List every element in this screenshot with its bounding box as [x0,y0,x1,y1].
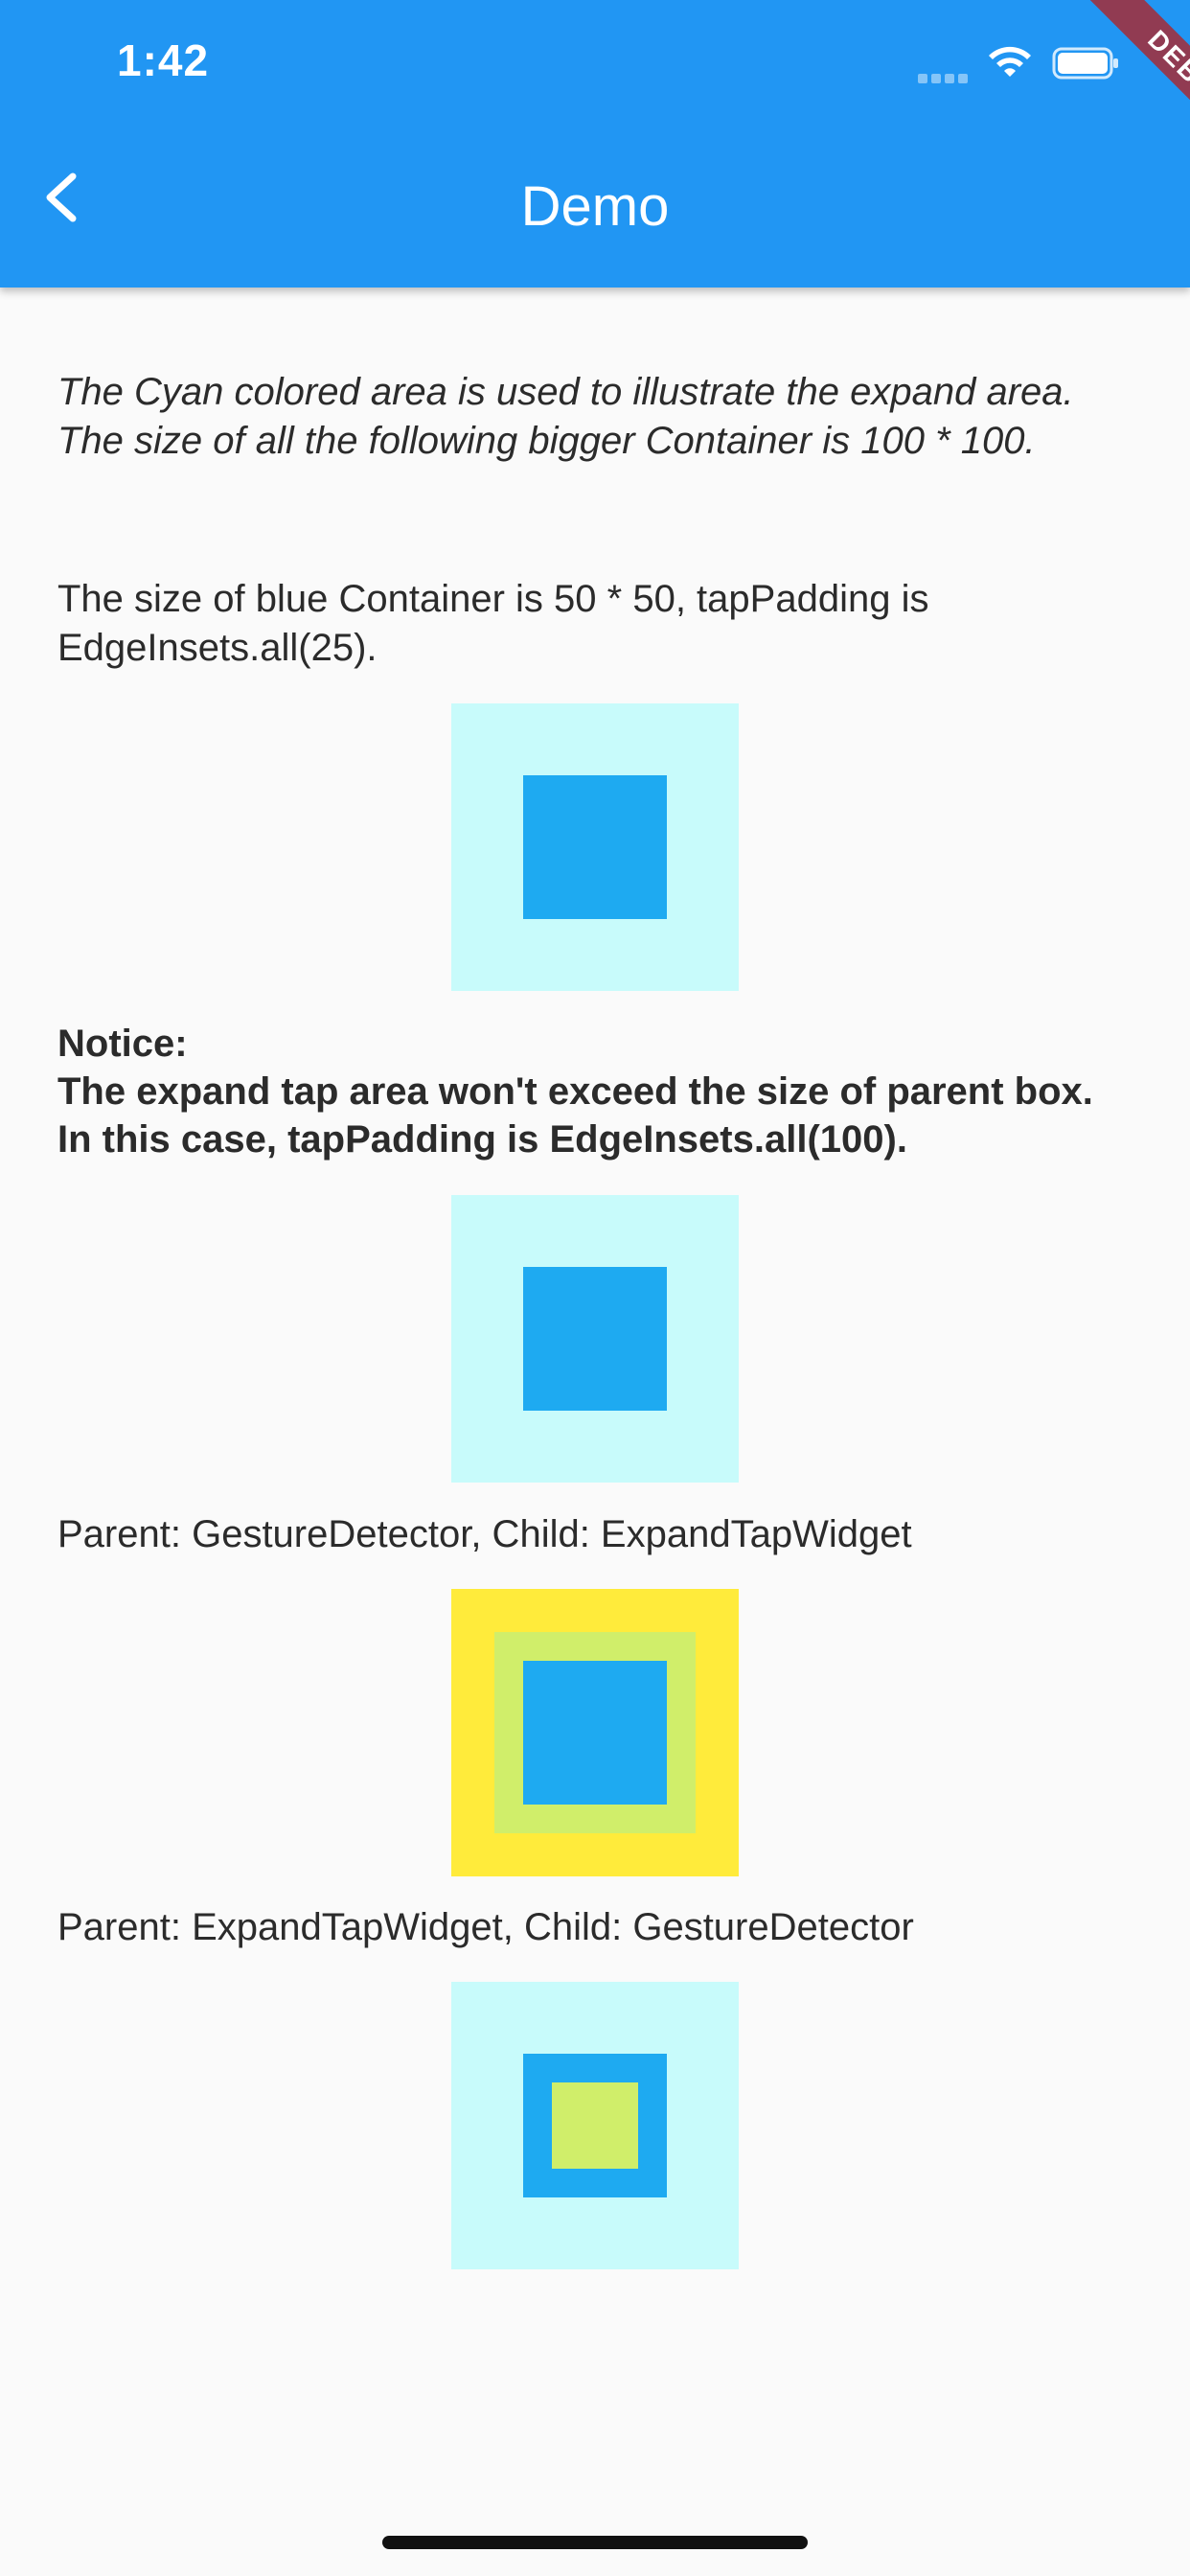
debug-banner: DEBUG [1018,0,1190,172]
case-expand-parent-label: Parent: ExpandTapWidget, Child: GestureD… [57,1906,914,1948]
expand-tap-area-3[interactable] [494,1632,696,1833]
status-time: 1:42 [117,35,210,85]
gesture-detector-parent[interactable] [451,1589,739,1876]
blue-container-2[interactable] [523,1267,667,1411]
expand-tap-area-4[interactable] [451,1982,739,2269]
notice: Notice: The expand tap area won't exceed… [57,1020,1131,1163]
expand-tap-area-2[interactable] [451,1195,739,1483]
blue-container-description: The size of blue Container is 50 * 50, t… [57,578,929,669]
expand-tap-area-1[interactable] [451,703,739,991]
notice-body: The expand tap area won't exceed the siz… [57,1070,1093,1161]
cellular-signal-icon [918,71,972,83]
intro-text: The Cyan colored area is used to illustr… [57,371,1074,462]
blue-container-4[interactable] [523,2054,667,2197]
blue-container-1[interactable] [523,775,667,919]
case-gesture-parent-label: Parent: GestureDetector, Child: ExpandTa… [57,1513,912,1555]
gesture-detector-child[interactable] [552,2082,638,2169]
notice-title: Notice: [57,1023,188,1065]
page-title: Demo [520,175,670,238]
app-bar: 1:42 Demo [0,0,1190,288]
debug-banner-label: DEBUG [1074,0,1190,172]
home-indicator [382,2536,808,2549]
blue-container-3[interactable] [523,1661,667,1805]
